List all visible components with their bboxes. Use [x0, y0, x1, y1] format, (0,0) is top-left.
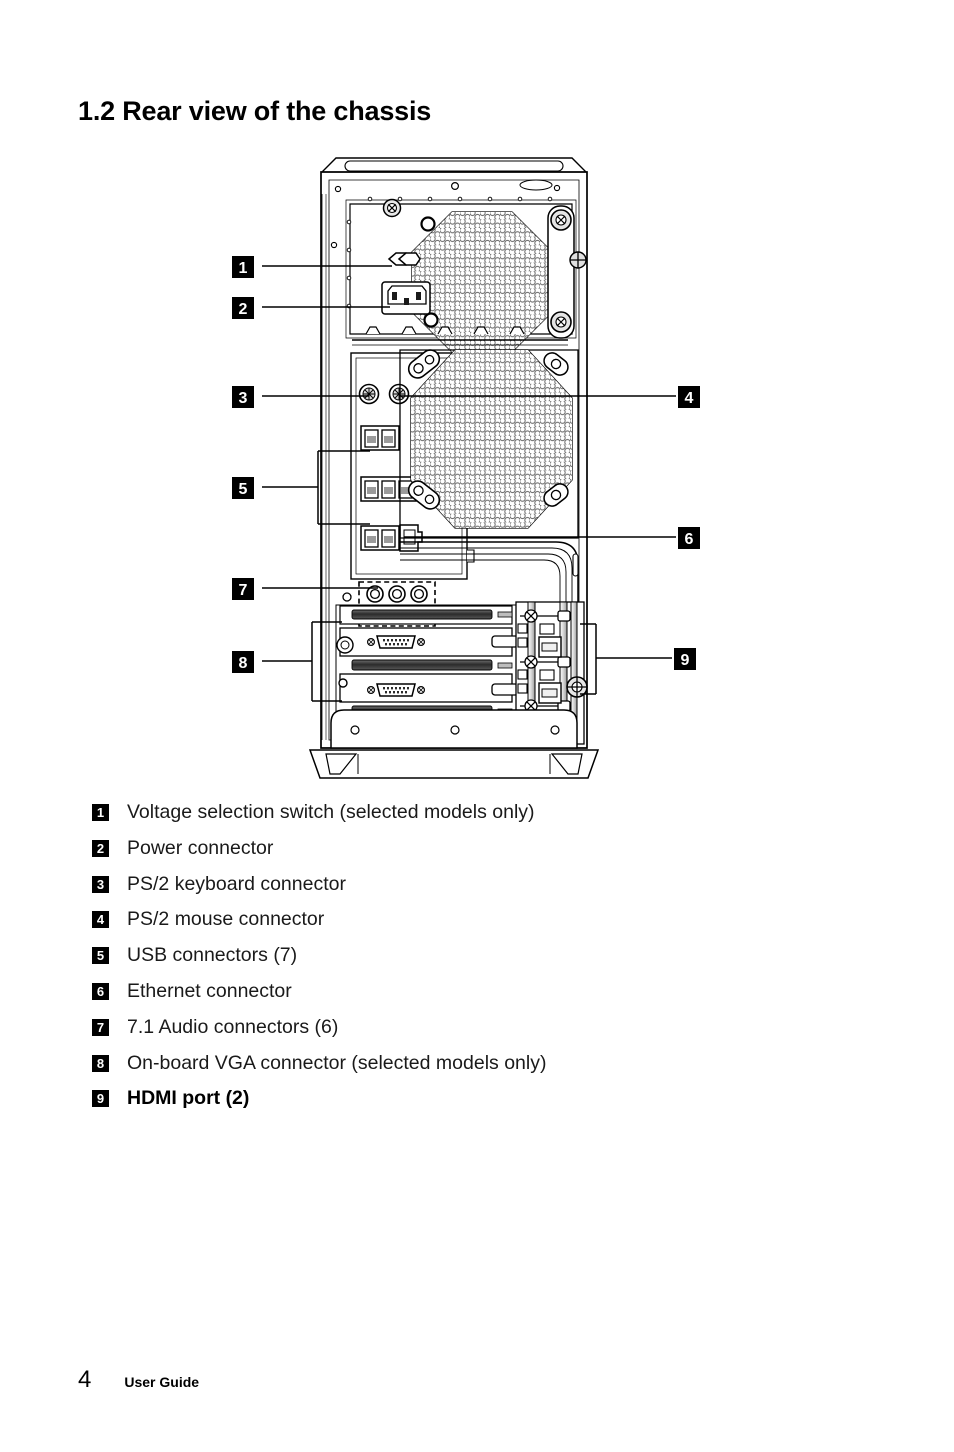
svg-text:4: 4 — [685, 390, 694, 407]
legend-badge-7: 7 — [92, 1018, 109, 1036]
legend-badge-4: 4 — [92, 911, 109, 929]
page-title: 1.2 Rear view of the chassis — [78, 96, 432, 126]
legend-badge-2: 2 — [92, 839, 109, 857]
page-footer: 4 User Guide — [78, 1368, 199, 1392]
legend-item-9: 9 HDMI port (2) — [92, 1087, 792, 1123]
legend-item-6: 6 Ethernet connector — [92, 980, 792, 1016]
svg-text:1: 1 — [239, 260, 248, 277]
legend-label-2: Power connector — [127, 836, 274, 859]
ps2-keyboard-connector — [358, 383, 380, 405]
callout-badge-8: 8 — [232, 651, 254, 673]
panel-slot-indicator — [572, 553, 579, 577]
ps2-mouse-connector — [388, 383, 410, 405]
footer-guide-label: User Guide — [124, 1374, 200, 1390]
callout-badge-6: 6 — [678, 527, 700, 549]
psu-screw-top-left — [382, 198, 402, 218]
legend-badge-8: 8 — [92, 1054, 109, 1072]
legend-label-1: Voltage selection switch (selected model… — [127, 801, 535, 823]
legend-badge-5: 5 — [92, 947, 109, 965]
legend-item-7: 7 7.1 Audio connectors (6) — [92, 1016, 792, 1052]
legend-label-9: HDMI port (2) — [127, 1087, 250, 1110]
legend-badge-9: 9 — [92, 1090, 109, 1108]
callout-badge-4: 4 — [678, 386, 700, 408]
svg-text:9: 9 — [681, 652, 690, 669]
legend-item-8: 8 On-board VGA connector (selected model… — [92, 1052, 792, 1088]
expansion-slot-blank-1 — [339, 673, 513, 703]
usb-connectors-group-b — [360, 476, 417, 502]
usb-connectors-group-c — [360, 525, 400, 551]
hdmi-port-2 — [538, 682, 562, 704]
legend-badge-6: 6 — [92, 982, 109, 1000]
svg-text:8: 8 — [239, 655, 248, 672]
legend-item-2: 2 Power connector — [92, 837, 792, 873]
footer-page-number: 4 — [78, 1366, 92, 1393]
legend-item-1: 1 Voltage selection switch (selected mod… — [92, 801, 792, 837]
power-connector — [381, 281, 431, 315]
rear-chassis-diagram: 1 2 3 4 5 6 7 8 9 — [0, 150, 954, 790]
svg-text:7: 7 — [239, 582, 248, 599]
legend-badge-1: 1 — [92, 804, 109, 821]
legend-label-3: PS/2 keyboard connector — [127, 872, 346, 895]
legend-label-5: USB connectors (7) — [127, 944, 298, 967]
callout-badge-5: 5 — [232, 477, 254, 499]
callout-badge-7: 7 — [232, 578, 254, 600]
hdmi-port-1 — [538, 636, 562, 658]
legend-badge-3: 3 — [92, 875, 109, 893]
callout-badge-3: 3 — [232, 386, 254, 408]
callout-badge-2: 2 — [232, 297, 254, 319]
legend-label-8: On-board VGA connector (selected models … — [127, 1051, 547, 1074]
svg-text:6: 6 — [685, 531, 694, 548]
legend-item-4: 4 PS/2 mouse connector — [92, 908, 792, 944]
callout-badge-1: 1 — [232, 256, 254, 278]
svg-text:2: 2 — [239, 301, 248, 318]
chassis-base — [308, 709, 600, 779]
legend-label-6: Ethernet connector — [127, 979, 292, 1002]
onboard-vga-connector-1 — [339, 627, 519, 657]
legend-item-3: 3 PS/2 keyboard connector — [92, 873, 792, 909]
legend-label-4: PS/2 mouse connector — [127, 908, 325, 931]
callout-badge-9: 9 — [674, 648, 696, 670]
legend-label-7: 7.1 Audio connectors (6) — [127, 1015, 339, 1038]
voltage-selection-switch — [387, 252, 421, 266]
legend-list: 1 Voltage selection switch (selected mod… — [92, 801, 792, 1123]
svg-text:3: 3 — [239, 390, 248, 407]
svg-text:5: 5 — [239, 481, 248, 498]
usb-connectors-group-a — [360, 425, 400, 451]
legend-item-5: 5 USB connectors (7) — [92, 944, 792, 980]
